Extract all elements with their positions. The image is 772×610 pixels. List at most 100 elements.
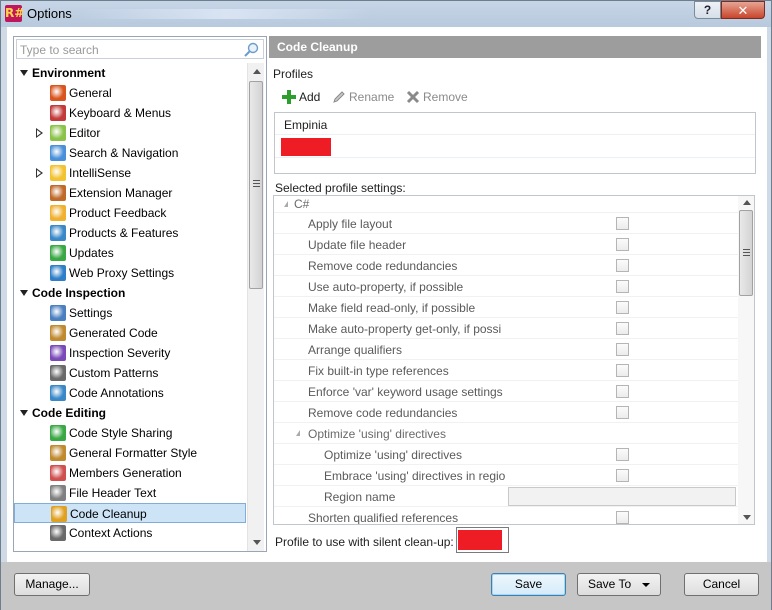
save-to-button[interactable]: Save To <box>577 573 661 596</box>
add-profile-button[interactable]: Add <box>281 88 325 106</box>
setting-row[interactable]: Make auto-property get-only, if possi <box>274 318 738 339</box>
setting-row[interactable]: Update file header <box>274 234 738 255</box>
tree-item-context-actions[interactable]: Context Actions <box>14 523 246 543</box>
setting-label: Optimize 'using' directives <box>308 427 446 441</box>
patterns-icon <box>50 365 66 381</box>
tree-item-general-formatter-style[interactable]: General Formatter Style <box>14 443 246 463</box>
search-input[interactable] <box>20 42 230 57</box>
setting-checkbox[interactable] <box>616 364 629 377</box>
setting-row[interactable]: Optimize 'using' directives <box>274 423 738 444</box>
setting-checkbox[interactable] <box>616 406 629 419</box>
settings-scrollbar[interactable] <box>738 196 754 524</box>
tree-item-generated-code[interactable]: Generated Code <box>14 323 246 343</box>
region-name-input[interactable] <box>508 487 736 506</box>
tree-item-file-header-text[interactable]: File Header Text <box>14 483 246 503</box>
scroll-up-arrow-icon[interactable] <box>253 69 261 74</box>
tree-group-environment[interactable]: Environment <box>14 63 246 83</box>
setting-checkbox[interactable] <box>616 238 629 251</box>
tree-item-products-features[interactable]: Products & Features <box>14 223 246 243</box>
save-button[interactable]: Save <box>491 573 566 596</box>
options-tree-panel: Environment General Keyboard & Menus Editor… <box>13 36 267 552</box>
tree-item-intellisense[interactable]: IntelliSense <box>14 163 246 183</box>
setting-row[interactable]: Remove code redundancies <box>274 255 738 276</box>
setting-checkbox[interactable] <box>616 217 629 230</box>
tree-item-general[interactable]: General <box>14 83 246 103</box>
setting-checkbox[interactable] <box>616 511 629 524</box>
settings-scroll-thumb[interactable] <box>739 210 753 296</box>
setting-row[interactable]: Region name <box>274 486 738 507</box>
setting-row[interactable]: Use auto-property, if possible <box>274 276 738 297</box>
tree-item-label: Search & Navigation <box>69 146 179 160</box>
tree-item-keyboard-menus[interactable]: Keyboard & Menus <box>14 103 246 123</box>
tree-item-label: Inspection Severity <box>69 346 171 360</box>
scroll-down-arrow-icon[interactable] <box>253 540 261 545</box>
setting-checkbox[interactable] <box>616 259 629 272</box>
tree-item-extension-manager[interactable]: Extension Manager <box>14 183 246 203</box>
setting-row[interactable]: Remove code redundancies <box>274 402 738 423</box>
manage-button[interactable]: Manage... <box>14 573 90 596</box>
tree-item-inspection-severity[interactable]: Inspection Severity <box>14 343 246 363</box>
profile-item-redacted[interactable] <box>275 136 755 158</box>
tree-item-custom-patterns[interactable]: Custom Patterns <box>14 363 246 383</box>
settings-language-row[interactable]: C# <box>274 196 738 213</box>
tree-item-code-style-sharing[interactable]: Code Style Sharing <box>14 423 246 443</box>
setting-checkbox[interactable] <box>616 448 629 461</box>
setting-row[interactable]: Fix built-in type references <box>274 360 738 381</box>
setting-checkbox[interactable] <box>616 469 629 482</box>
settings-scroll-down-icon[interactable] <box>743 515 751 520</box>
editor-icon <box>50 125 66 141</box>
setting-checkbox[interactable] <box>616 385 629 398</box>
cancel-button[interactable]: Cancel <box>684 573 759 596</box>
setting-label: Make auto-property get-only, if possi <box>308 322 502 336</box>
rename-profile-button[interactable]: Rename <box>331 88 395 106</box>
tree-group-code-inspection[interactable]: Code Inspection <box>14 283 246 303</box>
tree-scroll-thumb[interactable] <box>249 81 263 289</box>
setting-checkbox[interactable] <box>616 301 629 314</box>
setting-row[interactable]: Embrace 'using' directives in regio <box>274 465 738 486</box>
expand-arrow-icon[interactable] <box>20 290 28 296</box>
collapse-arrow-icon[interactable] <box>284 201 288 207</box>
help-button[interactable]: ? <box>694 1 721 19</box>
expand-arrow-icon[interactable] <box>20 410 28 416</box>
setting-label: Fix built-in type references <box>308 364 449 378</box>
tree-item-product-feedback[interactable]: Product Feedback <box>14 203 246 223</box>
tree-item-label: IntelliSense <box>69 166 132 180</box>
setting-row[interactable]: Apply file layout <box>274 213 738 234</box>
tree-item-members-generation[interactable]: Members Generation <box>14 463 246 483</box>
remove-profile-button[interactable]: Remove <box>405 88 471 106</box>
tree-scrollbar[interactable] <box>247 63 264 551</box>
expand-arrow-icon[interactable] <box>36 168 43 178</box>
tree-item-web-proxy-settings[interactable]: Web Proxy Settings <box>14 263 246 283</box>
search-icon[interactable] <box>243 42 261 57</box>
setting-row[interactable]: Arrange qualifiers <box>274 339 738 360</box>
search-box[interactable] <box>16 39 264 59</box>
tree-item-editor[interactable]: Editor <box>14 123 246 143</box>
setting-label: Remove code redundancies <box>308 259 458 273</box>
tree-item-code-annotations[interactable]: Code Annotations <box>14 383 246 403</box>
setting-row[interactable]: Enforce 'var' keyword usage settings <box>274 381 738 402</box>
expand-arrow-icon[interactable] <box>20 70 28 76</box>
general-icon <box>50 85 66 101</box>
bulb-icon <box>50 165 66 181</box>
tree-item-label: Code Annotations <box>69 386 164 400</box>
annotations-icon <box>50 385 66 401</box>
collapse-arrow-icon[interactable] <box>296 430 300 436</box>
tree-item-updates[interactable]: Updates <box>14 243 246 263</box>
settings-scroll-up-icon[interactable] <box>743 200 751 205</box>
tree-item-code-cleanup[interactable]: Code Cleanup <box>14 503 246 523</box>
profile-item[interactable]: Empinia <box>275 113 755 135</box>
setting-row[interactable]: Make field read-only, if possible <box>274 297 738 318</box>
tree-group-code-editing[interactable]: Code Editing <box>14 403 246 423</box>
expand-arrow-icon[interactable] <box>36 128 43 138</box>
setting-row[interactable]: Shorten qualified references <box>274 507 738 524</box>
silent-cleanup-profile-select[interactable] <box>456 527 509 553</box>
profile-settings-list: C# Apply file layout Update file header Re… <box>273 195 755 525</box>
tree-item-search-navigation[interactable]: Search & Navigation <box>14 143 246 163</box>
setting-checkbox[interactable] <box>616 343 629 356</box>
close-button[interactable]: ✕ <box>721 1 765 19</box>
dialog-button-bar: Manage... Save Save To Cancel <box>1 562 771 610</box>
setting-checkbox[interactable] <box>616 322 629 335</box>
setting-row[interactable]: Optimize 'using' directives <box>274 444 738 465</box>
tree-item-settings[interactable]: Settings <box>14 303 246 323</box>
setting-checkbox[interactable] <box>616 280 629 293</box>
